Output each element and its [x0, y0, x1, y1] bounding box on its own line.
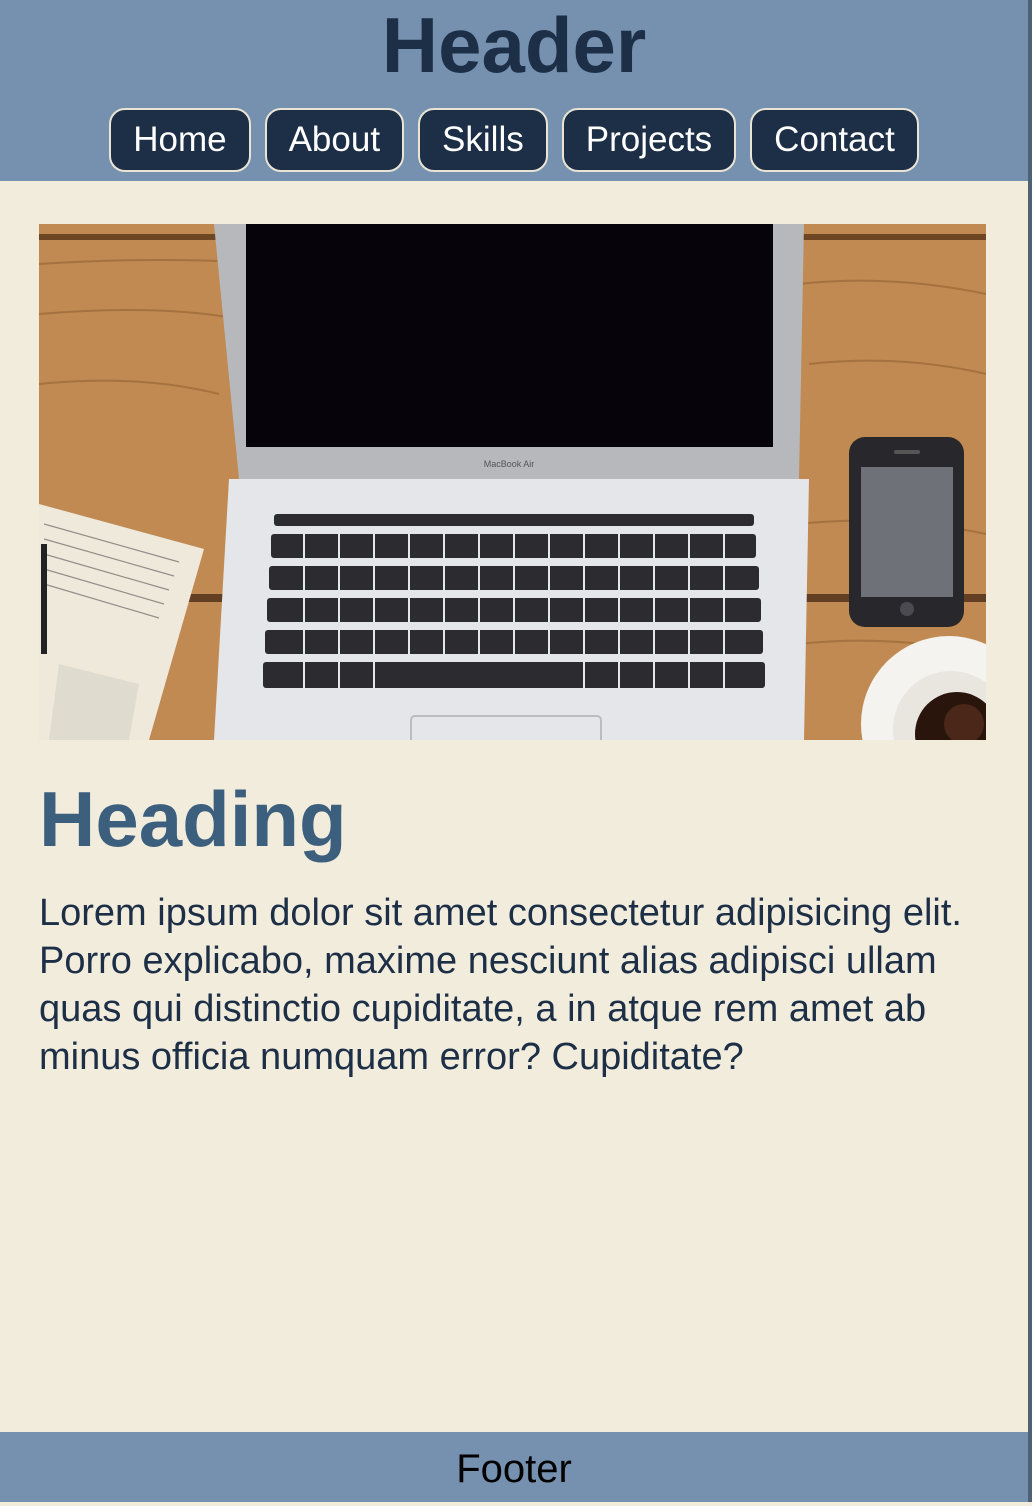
content-paragraph: Lorem ipsum dolor sit amet consectetur a…	[39, 892, 962, 1078]
site-footer: Footer	[0, 1432, 1028, 1502]
phone-illustration	[849, 437, 964, 627]
svg-text:MacBook Air: MacBook Air	[484, 459, 535, 469]
main-content: MacBook Air Heading Lorem ipsum dolor si…	[0, 181, 1028, 1432]
hero-image: MacBook Air	[39, 224, 986, 740]
content-heading: Heading	[39, 775, 347, 863]
nav-skills-button[interactable]: Skills	[418, 108, 548, 172]
laptop-illustration: MacBook Air	[214, 224, 809, 740]
site-header: Header Home About Skills Projects Contac…	[0, 0, 1028, 181]
window-edge	[1028, 0, 1032, 1502]
nav-projects-button[interactable]: Projects	[561, 108, 737, 172]
nav-contact-button[interactable]: Contact	[750, 108, 919, 172]
nav-about-button[interactable]: About	[264, 108, 405, 172]
nav-home-button[interactable]: Home	[109, 108, 251, 172]
main-nav: Home About Skills Projects Contact	[0, 108, 1028, 172]
footer-text: Footer	[456, 1447, 572, 1491]
header-title: Header	[381, 1, 647, 89]
